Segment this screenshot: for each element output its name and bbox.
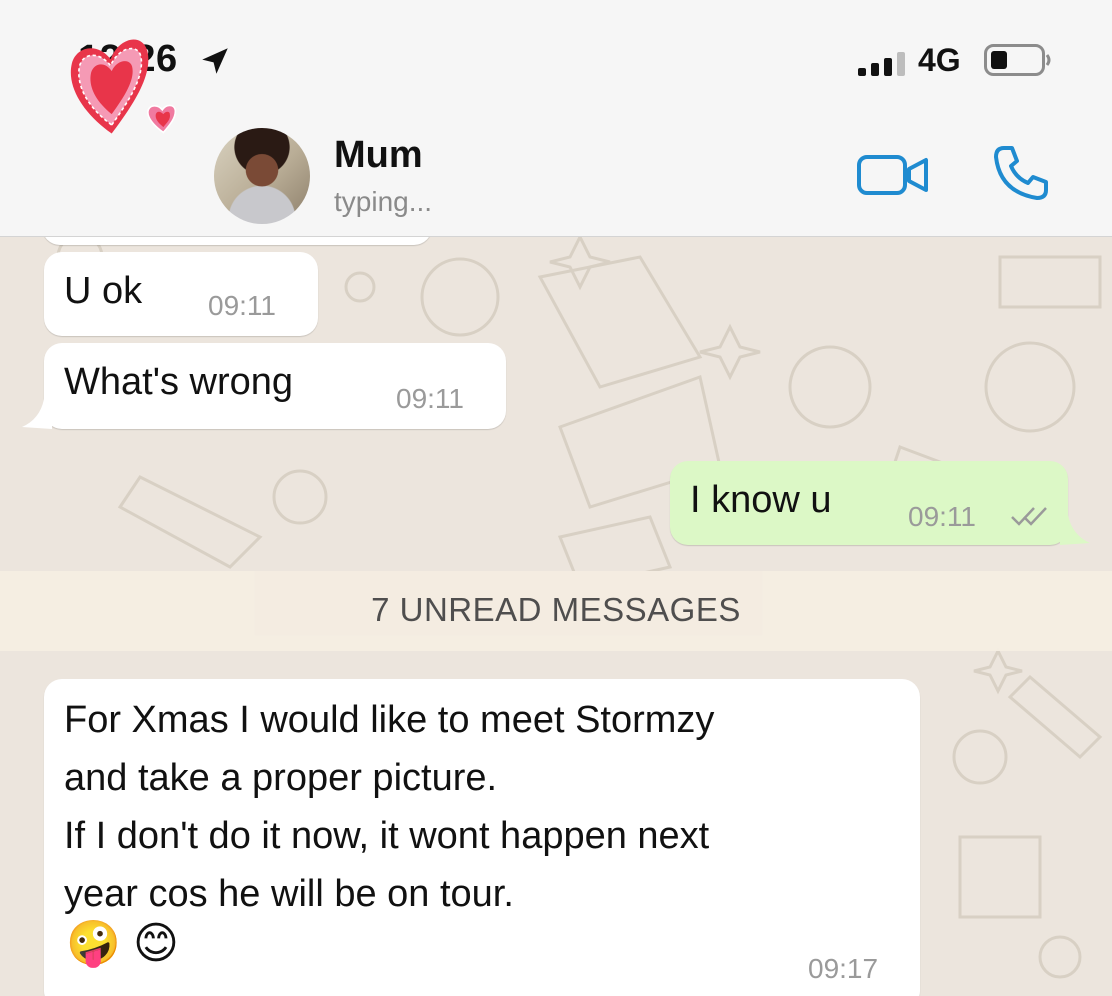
message-time: 09:17 [808, 953, 879, 984]
message-line: If I don't do it now, it wont happen nex… [64, 815, 710, 857]
unread-messages-label: 7 UNREAD MESSAGES [371, 591, 741, 628]
message-bubble-incoming[interactable]: What's wrong 09:11 [44, 343, 506, 429]
battery-icon [984, 44, 1051, 76]
contact-avatar[interactable] [214, 128, 310, 224]
bubble-tail [1060, 515, 1090, 545]
message-bubble-outgoing[interactable]: I know u 09:11 [670, 461, 1068, 545]
message-bubble-incoming[interactable]: U ok 09:11 [44, 252, 318, 336]
video-call-button[interactable] [856, 152, 930, 198]
message-text: I know u [690, 479, 832, 521]
voice-call-button[interactable] [990, 142, 1052, 204]
message-emojis: 🤪 😊 [66, 919, 179, 968]
hearts-sticker-icon [70, 39, 177, 134]
chat-area[interactable]: U ok 09:11 What's wrong 09:11 I know u 0… [0, 237, 1112, 996]
message-text: U ok [64, 270, 143, 312]
message-time: 09:11 [396, 383, 464, 414]
message-time: 09:11 [908, 501, 976, 532]
contact-name[interactable]: Mum [334, 134, 423, 177]
message-line: year cos he will be on tour. [64, 873, 514, 915]
message-line: For Xmas I would like to meet Stormzy [64, 699, 715, 741]
read-receipt-icon [1011, 507, 1047, 526]
message-line: and take a proper picture. [64, 757, 498, 799]
message-bubble-previous [42, 237, 432, 245]
contact-status: typing... [334, 186, 433, 217]
message-time: 09:11 [208, 290, 276, 321]
message-bubble-incoming[interactable]: For Xmas I would like to meet Stormzy an… [44, 679, 920, 996]
signal-bars-icon [858, 52, 905, 76]
message-text: What's wrong [64, 361, 294, 403]
network-type: 4G [918, 42, 961, 78]
bubble-tail [22, 399, 52, 429]
unread-messages-banner: 7 UNREAD MESSAGES [0, 571, 1112, 651]
